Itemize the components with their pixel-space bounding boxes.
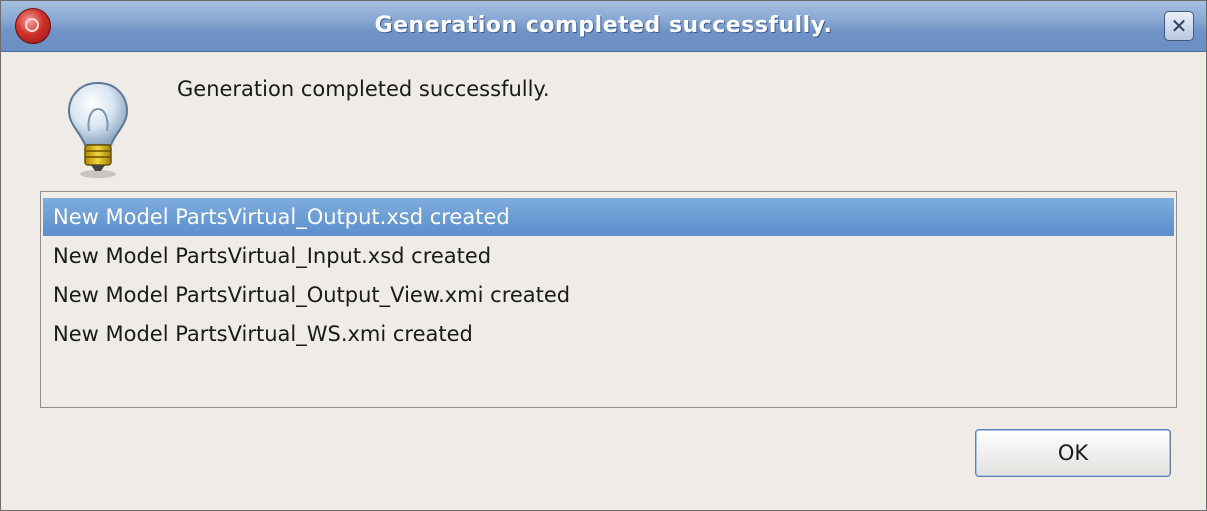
dialog-window: Generation completed successfully. ✕ Gen… <box>0 0 1207 511</box>
close-button[interactable]: ✕ <box>1164 11 1194 41</box>
list-item[interactable]: New Model PartsVirtual_WS.xmi created <box>43 315 1174 353</box>
list-item[interactable]: New Model PartsVirtual_Output_View.xmi c… <box>43 276 1174 314</box>
list-item[interactable]: New Model PartsVirtual_Output.xsd create… <box>43 198 1174 236</box>
lightbulb-info-icon <box>67 81 129 178</box>
results-list[interactable]: New Model PartsVirtual_Output.xsd create… <box>40 191 1177 408</box>
window-title: Generation completed successfully. <box>374 13 833 38</box>
title-bar[interactable]: Generation completed successfully. ✕ <box>1 1 1206 52</box>
close-icon: ✕ <box>1170 14 1188 38</box>
ok-button[interactable]: OK <box>975 429 1171 477</box>
list-item[interactable]: New Model PartsVirtual_Input.xsd created <box>43 237 1174 275</box>
dialog-message: Generation completed successfully. <box>177 77 550 101</box>
